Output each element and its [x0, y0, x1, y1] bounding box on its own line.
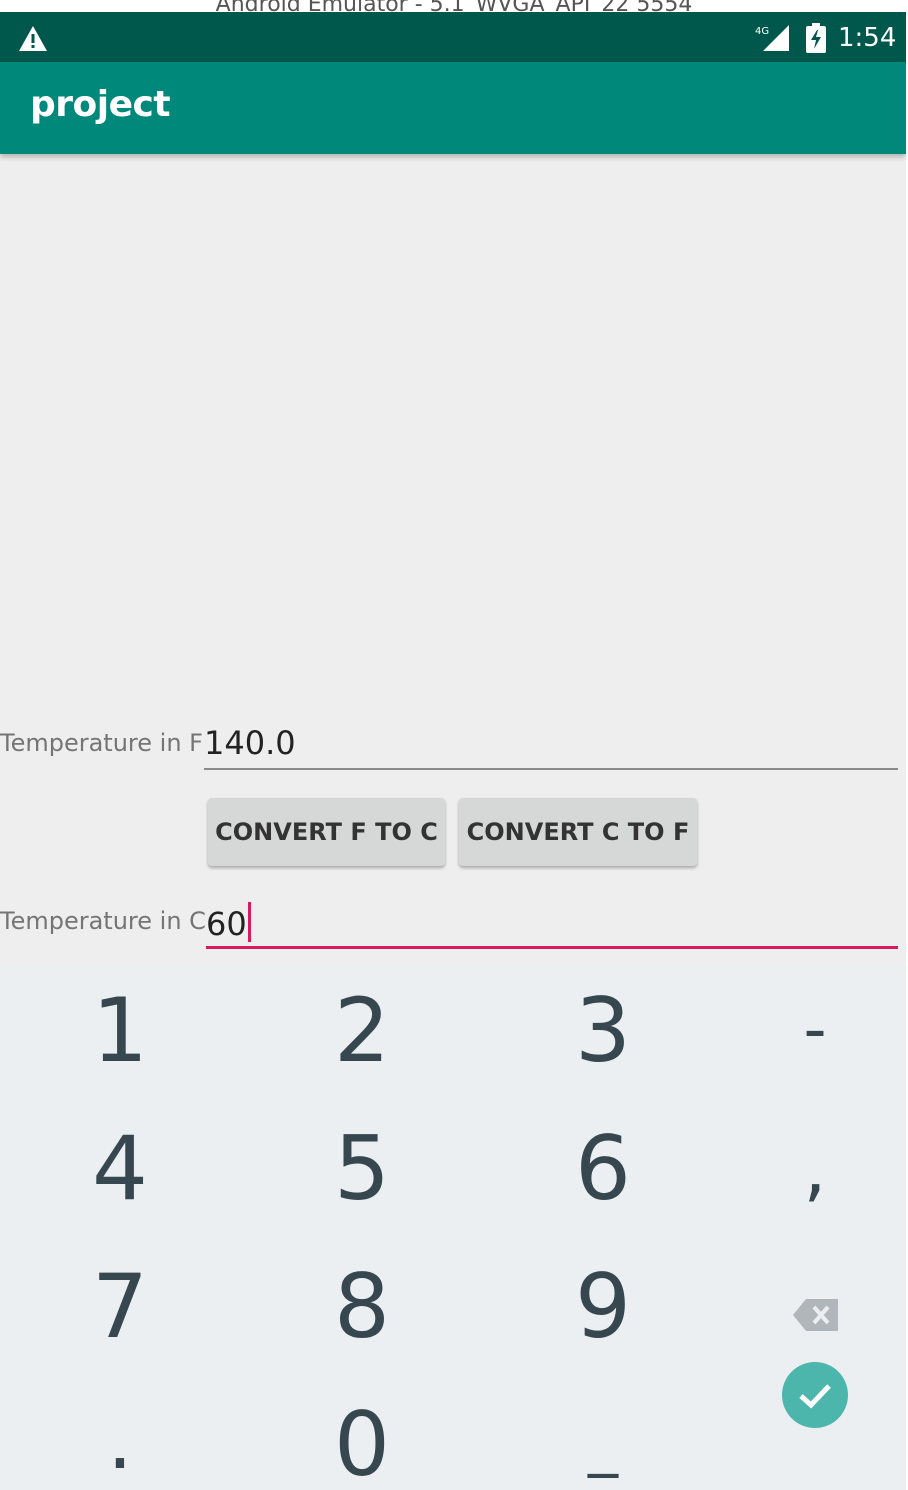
key-underscore[interactable]: _ [533, 1379, 673, 1490]
done-key[interactable] [782, 1362, 848, 1428]
emulator-window-title: Android Emulator - 5.1_WVGA_API_22 5554 [0, 0, 908, 12]
key-5[interactable]: 5 [262, 1103, 462, 1233]
battery-charging-icon [806, 23, 826, 53]
backspace-icon[interactable] [792, 1298, 840, 1332]
celsius-value: 60 [206, 905, 247, 943]
signal-icon: 4G [755, 25, 789, 51]
key-9[interactable]: 9 [503, 1241, 703, 1371]
celsius-input-content: 60 [206, 902, 251, 943]
app-title: project [30, 84, 171, 125]
fahrenheit-value: 140.0 [204, 724, 296, 762]
device-screen: 4G 1:54 project Temperature in F 140.0 C… [0, 12, 906, 1490]
fahrenheit-label: Temperature in F [0, 729, 203, 757]
app-toolbar: project [0, 62, 906, 154]
convert-f-to-c-button[interactable]: CONVERT F TO C [208, 798, 445, 866]
key-comma[interactable]: , [745, 1103, 885, 1233]
key-4[interactable]: 4 [20, 1103, 220, 1233]
network-type-label: 4G [755, 26, 769, 37]
warning-icon [19, 26, 47, 51]
celsius-label: Temperature in C [0, 907, 206, 935]
key-6[interactable]: 6 [503, 1103, 703, 1233]
celsius-input[interactable]: 60 [206, 902, 898, 949]
status-clock: 1:54 [838, 23, 897, 53]
key-1[interactable]: 1 [20, 965, 220, 1095]
key-7[interactable]: 7 [20, 1241, 220, 1371]
fahrenheit-input[interactable]: 140.0 [204, 724, 898, 770]
key-8[interactable]: 8 [262, 1241, 462, 1371]
key-3[interactable]: 3 [503, 965, 703, 1095]
text-cursor [247, 902, 251, 942]
key-0[interactable]: 0 [262, 1379, 462, 1490]
status-bar: 4G 1:54 [0, 12, 906, 62]
key-2[interactable]: 2 [262, 965, 462, 1095]
done-check-icon [799, 1384, 831, 1409]
convert-c-to-f-button[interactable]: CONVERT C TO F [459, 798, 697, 866]
key-period[interactable]: . [50, 1375, 190, 1490]
numeric-keyboard: 1 2 3 - 4 5 6 , 7 8 9 . 0 _ [0, 965, 906, 1490]
key-minus[interactable]: - [745, 965, 885, 1095]
